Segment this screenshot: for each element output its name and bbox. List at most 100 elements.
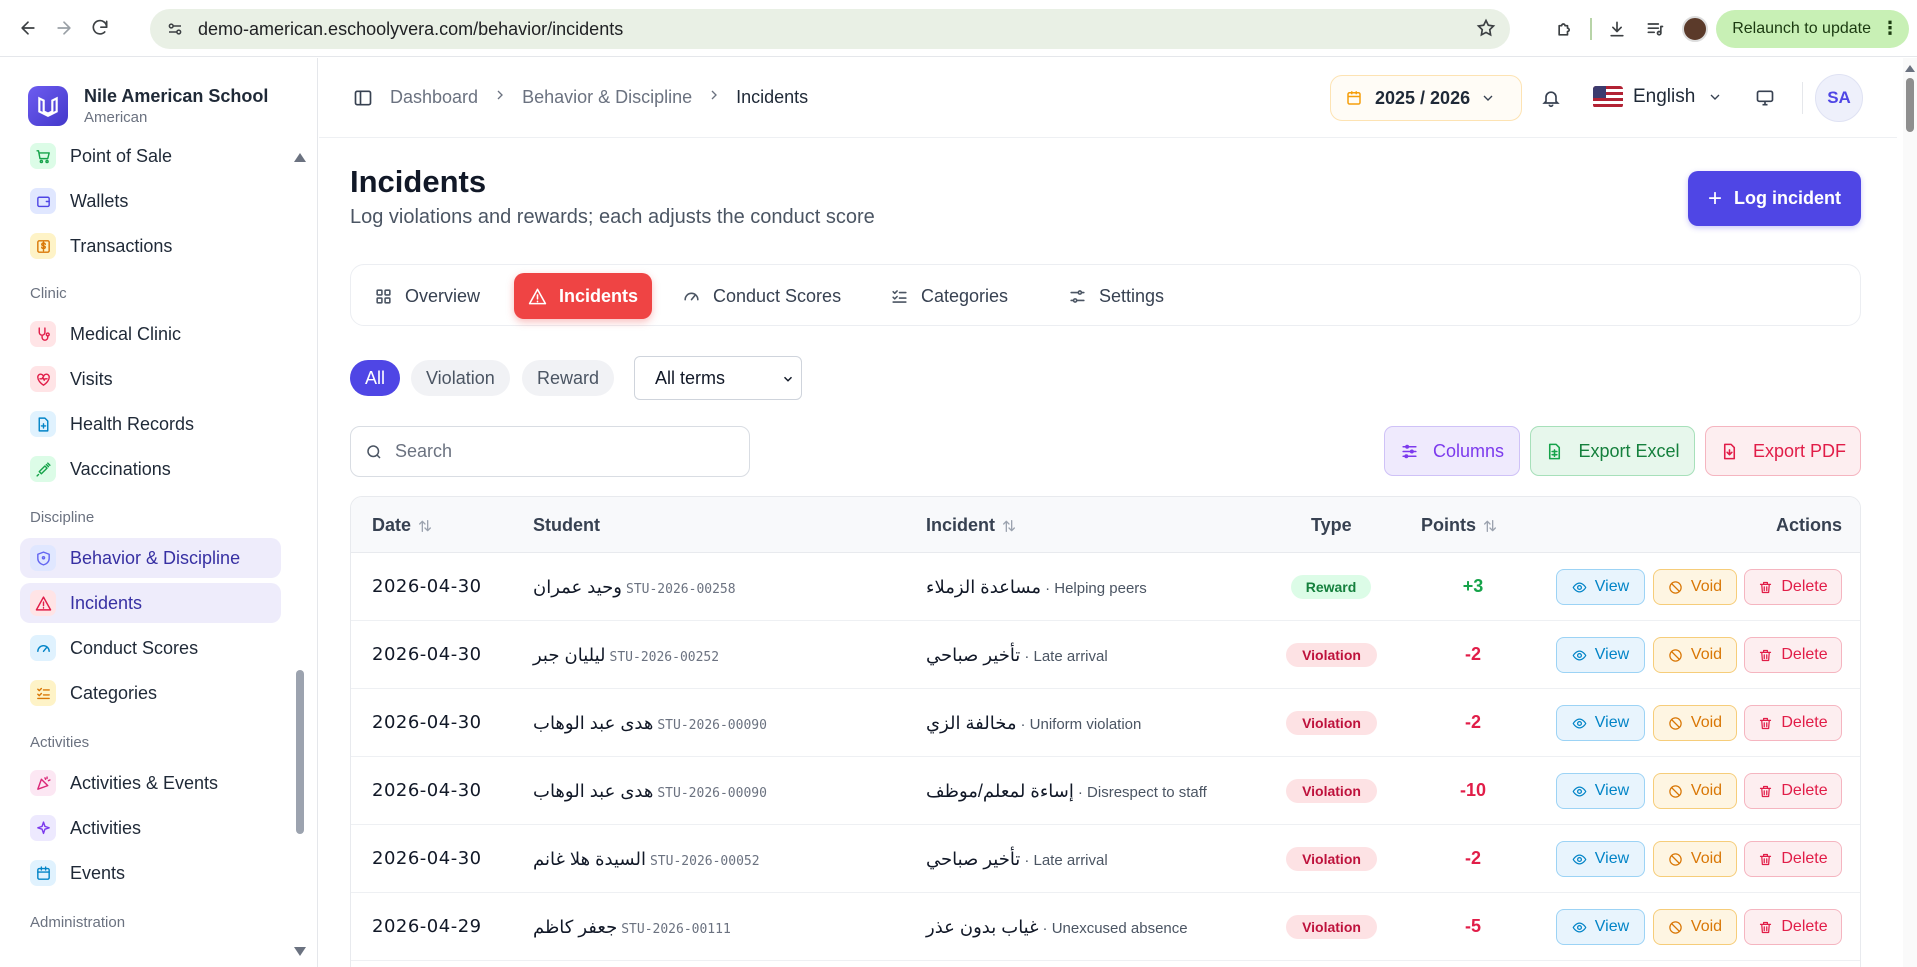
chevron-right-icon [492,87,508,108]
delete-button[interactable]: Delete [1744,909,1842,945]
delete-button[interactable]: Delete [1744,841,1842,877]
chevron-down-icon [1710,94,1720,100]
reload-button[interactable] [82,10,118,46]
sidebar-item-events[interactable]: Events [20,853,281,893]
view-button[interactable]: View [1556,909,1645,945]
void-button[interactable]: Void [1653,637,1737,673]
delete-button[interactable]: Delete [1744,705,1842,741]
breadcrumb-behavior-discipline[interactable]: Behavior & Discipline [522,87,692,108]
relaunch-button[interactable]: Relaunch to update ⋮ [1716,9,1909,48]
sidebar-item-point-of-sale[interactable]: Point of Sale [20,136,281,176]
export-pdf-button[interactable]: Export PDF [1705,426,1861,476]
search-icon [367,444,381,459]
column-actions: Actions [1776,515,1842,536]
tab-conduct-scores[interactable]: Conduct Scores [668,273,855,319]
sidebar-item-conduct-scores[interactable]: Conduct Scores [20,628,281,668]
view-button[interactable]: View [1556,773,1645,809]
sidebar-item-visits[interactable]: Visits [20,359,281,399]
profile-avatar[interactable] [1682,15,1709,42]
breadcrumb: Dashboard Behavior & Discipline Incident… [390,87,808,108]
display-mode-button[interactable] [1755,88,1775,113]
void-button[interactable]: Void [1653,569,1737,605]
cell-points: -2 [1464,712,1481,732]
delete-button[interactable]: Delete [1744,637,1842,673]
void-label: Void [1690,850,1723,867]
notifications-button[interactable] [1541,88,1561,113]
page-scroll-up[interactable] [1905,65,1915,72]
incident-name-en: · Helping peers [1045,580,1147,597]
column-date[interactable]: Date [372,515,433,536]
academic-year-selector[interactable]: 2025 / 2026 [1330,75,1522,121]
view-button[interactable]: View [1556,637,1645,673]
cell-incident: تأخير صباحي · Late arrival [926,645,1108,666]
forward-button[interactable] [46,10,82,46]
filter-violation[interactable]: Violation [411,360,510,396]
spreadsheet-icon [1549,443,1561,459]
view-button[interactable]: View [1556,705,1645,741]
view-button[interactable]: View [1556,841,1645,877]
site-info-icon[interactable] [164,18,186,40]
filter-all[interactable]: All [350,360,401,396]
sidebar-item-wallets[interactable]: Wallets [20,181,281,221]
incident-name-ar: تأخير صباحي [926,849,1021,869]
brand[interactable]: Nile American School American [28,86,268,126]
cell-points: -10 [1459,780,1486,800]
tab-incidents[interactable]: Incidents [514,273,653,319]
breadcrumb-dashboard[interactable]: Dashboard [390,87,478,108]
sidebar-item-health-records[interactable]: Health Records [20,404,281,444]
filter-reward[interactable]: Reward [522,360,615,396]
search-input[interactable] [395,441,735,462]
void-button[interactable]: Void [1653,841,1737,877]
sidebar-item-medical-clinic[interactable]: Medical Clinic [20,314,281,354]
column-date-label: Date [372,515,412,535]
view-button[interactable]: View [1556,569,1645,605]
export-excel-button[interactable]: Export Excel [1530,426,1695,476]
media-button[interactable] [1636,10,1674,48]
void-button[interactable]: Void [1653,909,1737,945]
sidebar-item-behavior-discipline[interactable]: Behavior & Discipline [20,538,281,578]
delete-button[interactable]: Delete [1744,773,1842,809]
student-code: STU-2026-00258 [626,582,736,597]
page-scrollbar-track[interactable] [1903,58,1917,967]
sidebar-item-categories[interactable]: Categories [20,673,281,713]
sidebar-item-label: Health Records [70,413,195,434]
void-button[interactable]: Void [1653,773,1737,809]
sidebar-item-activities-events[interactable]: Activities & Events [20,763,281,803]
column-incident[interactable]: Incident [926,515,1017,536]
shield-icon [30,545,56,571]
toolbar-divider [1590,17,1593,40]
sidebar-scroll-down[interactable] [294,947,306,956]
term-select[interactable]: All terms [634,356,802,400]
column-points[interactable]: Points [1421,515,1498,536]
tab-settings[interactable]: Settings [1054,273,1178,319]
ban-icon [1669,716,1682,730]
address-bar[interactable]: demo-american.eschoolyvera.com/behavior/… [150,9,1510,49]
bookmark-star-icon[interactable] [1476,18,1496,43]
student-name: هدى عبد الوهاب [533,781,654,801]
downloads-button[interactable] [1598,10,1636,48]
tab-overview[interactable]: Overview [360,273,494,319]
table-row: 2026-04-30 ليليان جبر STU-2026-00252 تأخير … [351,621,1860,689]
delete-button[interactable]: Delete [1744,569,1842,605]
back-button[interactable] [10,10,46,46]
log-incident-button[interactable]: + Log incident [1688,171,1861,226]
sidebar-item-incidents[interactable]: Incidents [20,583,281,623]
sidebar-item-activities[interactable]: Activities [20,808,281,848]
sidebar-scroll-up[interactable] [294,153,306,162]
user-avatar[interactable]: SA [1815,74,1863,122]
extensions-button[interactable] [1546,10,1584,48]
page-scrollbar-thumb[interactable] [1906,78,1914,132]
columns-button[interactable]: Columns [1384,426,1520,476]
sidebar-item-transactions[interactable]: Transactions [20,226,281,266]
sidebar-toggle-button[interactable] [353,88,373,113]
language-selector[interactable]: English [1593,86,1723,108]
cell-date: 2026-04-30 [372,644,482,665]
cell-incident: مساعدة الزملاء · Helping peers [926,577,1147,598]
void-button[interactable]: Void [1653,705,1737,741]
sidebar-item-vaccinations[interactable]: Vaccinations [20,449,281,489]
sidebar-scrollbar[interactable] [296,670,304,834]
sort-icon [1003,519,1016,532]
school-logo-icon [28,86,68,126]
tab-categories[interactable]: Categories [876,273,1022,319]
incident-name-en: · Unexcused absence [1042,920,1188,937]
